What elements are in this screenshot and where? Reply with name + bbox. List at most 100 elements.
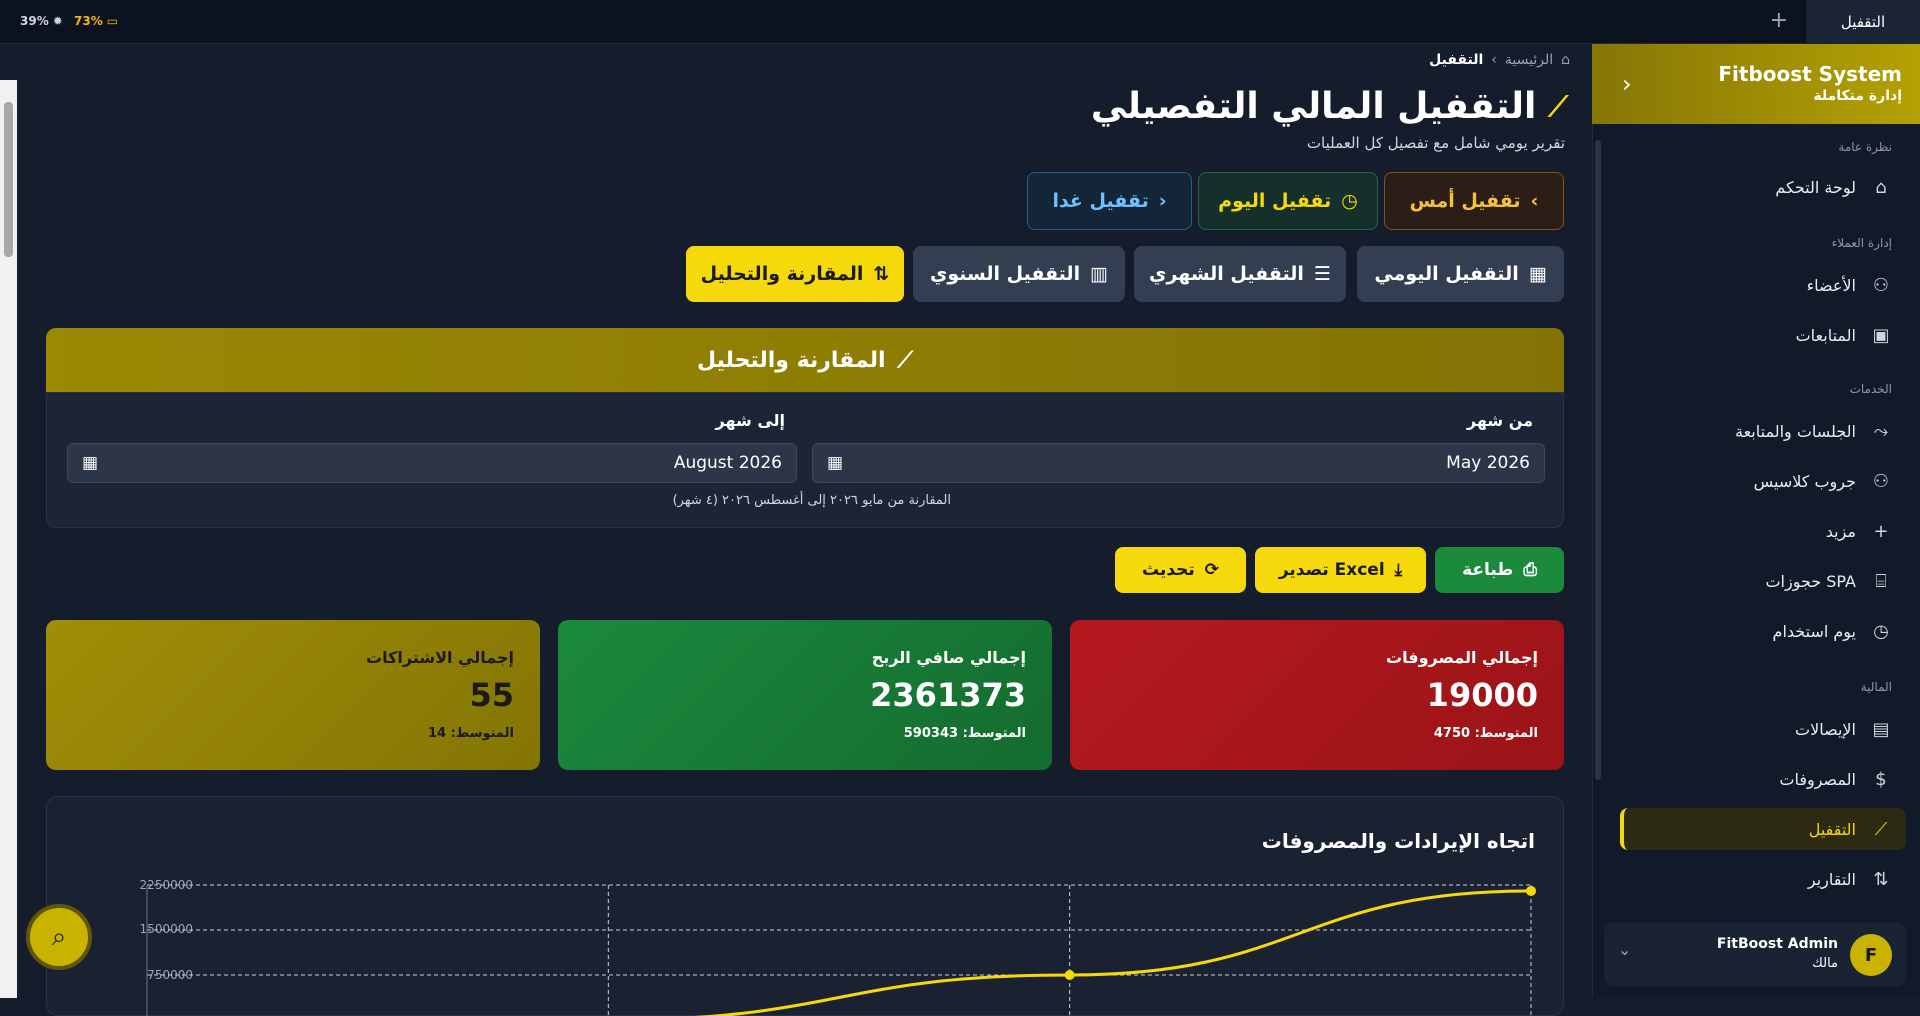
stat-label: إجمالي الاشتراكات <box>365 648 514 667</box>
refresh-button[interactable]: تحديث ⟳ <box>1115 547 1246 593</box>
sidebar-item-followups[interactable]: المتابعات ▣ <box>1620 314 1906 356</box>
bed-icon: ⌸ <box>1875 570 1887 592</box>
sidebar: Fitboost System إدارة متكاملة › نظرة عام… <box>1592 44 1920 998</box>
tab-daily[interactable]: التقفيل اليومي ▦ <box>1357 246 1564 302</box>
browser-topbar: التقفيل + 73% ▭ 39% ✹ <box>0 0 1920 44</box>
sort-icon: ⇅ <box>873 263 890 285</box>
stat-average: المتوسط: 590343 <box>903 726 1026 741</box>
users-icon: ⚇ <box>1872 274 1890 296</box>
to-month-field[interactable]: ▦ August 2026 <box>67 443 797 483</box>
sidebar-item-spa[interactable]: حجوزات SPA ⌸ <box>1620 560 1906 602</box>
sidebar-item-receipts[interactable]: الإيصالات ▤ <box>1620 708 1906 750</box>
sidebar-item-sessions[interactable]: الجلسات والمتابعة ⤳ <box>1620 410 1906 452</box>
tab-yearly-label: التقفيل السنوي <box>929 263 1081 285</box>
from-month-field[interactable]: ▦ May 2026 <box>812 443 1545 483</box>
sidebar-item-closing[interactable]: التقفيل ⟋ <box>1620 808 1906 850</box>
calendar-icon[interactable]: ▦ <box>82 453 98 473</box>
sidebar-item-more[interactable]: مزيد + <box>1620 510 1906 552</box>
refresh-icon: ⟳ <box>1204 560 1220 580</box>
tab-monthly[interactable]: التقفيل الشهري ☰ <box>1134 246 1346 302</box>
print-label: طباعة <box>1462 560 1514 580</box>
breadcrumb-home[interactable]: الرئيسية <box>1505 52 1553 68</box>
printer-icon: ⎙ <box>1523 560 1537 580</box>
group-icon: ⚇ <box>1872 470 1890 492</box>
user-menu[interactable]: F FitBoost Admin مالك ⌄ <box>1604 922 1906 986</box>
compare-card-header: المقارنة والتحليل ⟋ <box>46 328 1564 392</box>
trend-chart: 2250000 1500000 750000 <box>140 878 1536 1016</box>
chart-line-icon: ⟋ <box>897 347 913 373</box>
tab-monthly-label: التقفيل الشهري <box>1149 263 1304 285</box>
sidebar-item-label: الأعضاء <box>1806 275 1856 295</box>
stat-value: 2361373 <box>870 676 1026 714</box>
chart-line-icon: ⟋ <box>1548 89 1568 123</box>
to-month-label: إلى شهر <box>715 411 786 430</box>
battery-indicator: 73% ▭ <box>74 14 118 28</box>
plus-icon: + <box>1873 520 1889 542</box>
compare-card-body: من شهر ▦ May 2026 إلى شهر ▦ August 2026 … <box>46 392 1564 528</box>
sidebar-item-label: مزيد <box>1825 521 1856 541</box>
sidebar-item-group-classes[interactable]: جروب كلاسيس ⚇ <box>1620 460 1906 502</box>
collapse-sidebar-icon[interactable]: › <box>1622 70 1632 98</box>
dollar-icon: $ <box>1875 768 1887 790</box>
sidebar-scrollbar[interactable] <box>1595 140 1601 780</box>
close-tomorrow-button[interactable]: تقفيل غدا › <box>1027 172 1192 230</box>
close-today-label: تقفيل اليوم <box>1218 190 1332 212</box>
receipt-icon: ▤ <box>1872 718 1890 740</box>
export-excel-button[interactable]: تصدير Excel ⤓ <box>1255 547 1426 593</box>
download-icon: ⤓ <box>1394 560 1403 580</box>
calendar-icon[interactable]: ▦ <box>827 453 843 473</box>
browser-tab[interactable]: التقفيل <box>1806 0 1920 44</box>
close-tomorrow-label: تقفيل غدا <box>1052 190 1149 212</box>
chevron-down-icon[interactable]: ⌄ <box>1618 940 1631 959</box>
user-name: FitBoost Admin <box>1716 936 1838 952</box>
battery-value: 73% <box>74 14 103 28</box>
sidebar-item-label: المصروفات <box>1779 769 1856 789</box>
section-overview: نظرة عامة <box>1838 140 1892 154</box>
refresh-label: تحديث <box>1141 560 1195 580</box>
page-scrollbar[interactable] <box>0 80 17 998</box>
sidebar-item-day-use[interactable]: يوم استخدام ◷ <box>1620 610 1906 652</box>
stat-value: 19000 <box>1426 676 1538 714</box>
tab-daily-label: التقفيل اليومي <box>1374 263 1519 285</box>
tab-compare[interactable]: المقارنة والتحليل ⇅ <box>686 246 904 302</box>
close-today-button[interactable]: تقفيل اليوم ◷ <box>1198 172 1378 230</box>
trend-chart-card: اتجاه الإيرادات والمصروفات 2250000 15000… <box>46 796 1564 1016</box>
new-tab-button[interactable]: + <box>1770 8 1788 33</box>
series-point[interactable] <box>1526 886 1536 896</box>
page-scrollbar-thumb[interactable] <box>4 102 13 257</box>
sidebar-item-reports[interactable]: التقارير ⇅ <box>1620 858 1906 900</box>
sidebar-item-dashboard[interactable]: لوحة التحكم ⌂ <box>1620 166 1906 208</box>
sidebar-item-label: يوم استخدام <box>1772 621 1856 641</box>
chevron-right-icon: › <box>1158 190 1167 212</box>
sort-icon: ⇅ <box>1873 868 1889 890</box>
sidebar-item-expenses[interactable]: المصروفات $ <box>1620 758 1906 800</box>
print-button[interactable]: طباعة ⎙ <box>1435 547 1564 593</box>
sidebar-item-members[interactable]: الأعضاء ⚇ <box>1620 264 1906 306</box>
stat-card-profit: إجمالي صافي الربح 2361373 المتوسط: 59034… <box>558 620 1052 770</box>
sidebar-item-label: الجلسات والمتابعة <box>1735 421 1856 441</box>
user-role: مالك <box>1812 956 1838 971</box>
stat-average: المتوسط: 14 <box>427 726 514 741</box>
home-icon: ⌂ <box>1561 52 1570 68</box>
stat-label: إجمالي صافي الربح <box>871 648 1026 667</box>
stat-card-subscriptions: إجمالي الاشتراكات 55 المتوسط: 14 <box>46 620 540 770</box>
export-label: تصدير Excel <box>1278 560 1385 580</box>
section-finance: المالية <box>1860 680 1892 694</box>
stat-value: 55 <box>469 676 514 714</box>
tab-yearly[interactable]: التقفيل السنوي ▥ <box>913 246 1125 302</box>
close-yesterday-button[interactable]: تقفيل أمس ‹ <box>1384 172 1564 230</box>
stat-card-expenses: إجمالي المصروفات 19000 المتوسط: 4750 <box>1070 620 1564 770</box>
breadcrumb: التقفيل ‹ الرئيسية ⌂ <box>1429 52 1570 68</box>
cpu-indicator: 39% ✹ <box>20 14 63 28</box>
stat-label: إجمالي المصروفات <box>1386 648 1538 667</box>
brand-subtitle: إدارة متكاملة <box>1813 88 1902 104</box>
calendar-icon: ▦ <box>1528 263 1547 285</box>
clock-icon: ◷ <box>1341 190 1358 212</box>
route-icon: ⤳ <box>1873 420 1889 442</box>
close-yesterday-label: تقفيل أمس <box>1409 190 1521 212</box>
list-icon: ☰ <box>1313 263 1331 285</box>
floating-search-button[interactable]: ⌕ <box>26 904 92 970</box>
sidebar-brand: Fitboost System إدارة متكاملة › <box>1592 44 1920 124</box>
series-point[interactable] <box>1064 970 1075 980</box>
page-title: التقفيل المالي التفصيلي ⟋ <box>1091 86 1568 127</box>
